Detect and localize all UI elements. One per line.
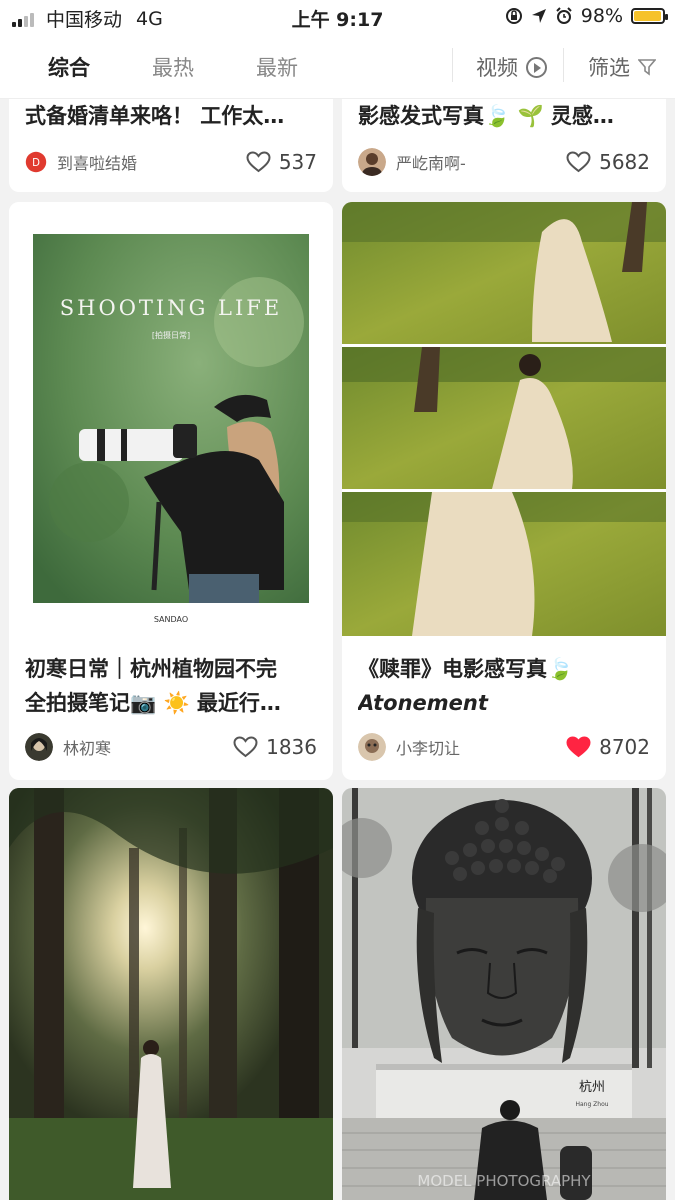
note-card[interactable]: SHOOTING LIFE [拍摄日常] SANDAO 初寒日常｜杭州植物园不完… <box>9 202 333 780</box>
tab-newest[interactable]: 最新 <box>256 52 298 82</box>
heart-icon <box>566 151 591 173</box>
lock-rotation-icon <box>505 8 522 24</box>
like-button[interactable]: 5682 <box>566 150 650 174</box>
cover-brand-text: SANDAO <box>154 615 188 624</box>
location-icon <box>531 9 546 23</box>
author-name[interactable]: 小李切让 <box>396 735 566 759</box>
sign-subtext: Hang Zhou <box>575 1101 608 1108</box>
watermark-text: MODEL PHOTOGRAPHY <box>417 1172 591 1190</box>
top-tab-bar: 综合 最热 最新 视频 筛选 <box>0 34 675 99</box>
avatar[interactable]: D <box>25 151 47 173</box>
card-title-line-1: 《赎罪》电影感写真🍃 <box>358 657 574 681</box>
card-meta: 林初寒 1836 <box>25 732 317 762</box>
video-button[interactable]: 视频 <box>476 52 547 82</box>
like-button[interactable]: 537 <box>246 150 317 174</box>
card-title-line-2: 全拍摄笔记📷 ☀️ 最近行… <box>25 691 281 715</box>
like-button[interactable]: 1836 <box>233 735 317 759</box>
note-card[interactable]: 影感发式写真🍃 🌱 灵感… 严屹南啊- 5682 <box>342 99 666 192</box>
like-count: 8702 <box>599 735 650 759</box>
svg-text:D: D <box>32 158 40 169</box>
heart-icon <box>233 736 258 758</box>
battery-icon <box>631 8 668 24</box>
filter-label: 筛选 <box>588 56 630 80</box>
cover-image[interactable] <box>342 202 666 636</box>
author-name[interactable]: 严屹南啊- <box>396 150 566 174</box>
like-count: 5682 <box>599 150 650 174</box>
cover-title-text: SHOOTING LIFE <box>60 296 282 320</box>
card-title-line-2: Atonement <box>358 691 488 715</box>
note-card[interactable]: 杭州 Hang Zhou MODEL PHOTOGRAPHY <box>342 788 666 1200</box>
card-title-line-1: 初寒日常｜杭州植物园不完 <box>25 657 277 681</box>
status-right: 98% <box>505 5 668 27</box>
note-card[interactable]: 式备婚清单来咯！ 工作太… D 到喜啦结婚 537 <box>9 99 333 192</box>
divider <box>452 48 453 82</box>
author-name[interactable]: 到喜啦结婚 <box>57 150 246 174</box>
funnel-icon <box>638 59 656 76</box>
cover-photo <box>9 788 333 1200</box>
author-name[interactable]: 林初寒 <box>63 735 233 759</box>
cover-subtitle-text: [拍摄日常] <box>152 330 190 340</box>
card-title: 式备婚清单来咯！ 工作太… <box>25 104 285 128</box>
play-icon <box>526 56 547 78</box>
cover-image[interactable]: 杭州 Hang Zhou MODEL PHOTOGRAPHY <box>342 788 666 1200</box>
cover-photo: SHOOTING LIFE [拍摄日常] SANDAO <box>33 234 309 624</box>
filter-button[interactable]: 筛选 <box>588 52 656 82</box>
cover-photo <box>342 202 666 636</box>
card-meta: 小李切让 8702 <box>358 732 650 762</box>
heart-filled-icon <box>566 736 591 758</box>
note-card[interactable]: 《赎罪》电影感写真🍃 Atonement 小李切让 8702 <box>342 202 666 780</box>
divider <box>563 48 564 82</box>
note-card[interactable] <box>9 788 333 1200</box>
battery-percent: 98% <box>580 5 623 27</box>
like-count: 537 <box>278 150 317 174</box>
cover-image[interactable]: SHOOTING LIFE [拍摄日常] SANDAO <box>9 202 333 636</box>
video-label: 视频 <box>476 56 518 80</box>
alarm-icon <box>556 7 572 24</box>
avatar[interactable] <box>358 148 386 176</box>
avatar[interactable] <box>25 733 53 761</box>
avatar[interactable] <box>358 733 386 761</box>
cover-photo: 杭州 Hang Zhou MODEL PHOTOGRAPHY <box>342 788 666 1200</box>
cover-image[interactable] <box>9 788 333 1200</box>
like-button[interactable]: 8702 <box>566 735 650 759</box>
card-meta: 严屹南啊- 5682 <box>358 147 650 177</box>
sign-text: 杭州 <box>579 1080 605 1095</box>
heart-icon <box>246 151 271 173</box>
card-title: 影感发式写真🍃 🌱 灵感… <box>358 104 614 128</box>
tab-hottest[interactable]: 最热 <box>152 52 194 82</box>
status-bar: 中国移动 4G 上午 9:17 98% <box>0 0 675 34</box>
like-count: 1836 <box>266 735 317 759</box>
tab-comprehensive[interactable]: 综合 <box>48 52 90 82</box>
card-meta: D 到喜啦结婚 537 <box>25 147 317 177</box>
